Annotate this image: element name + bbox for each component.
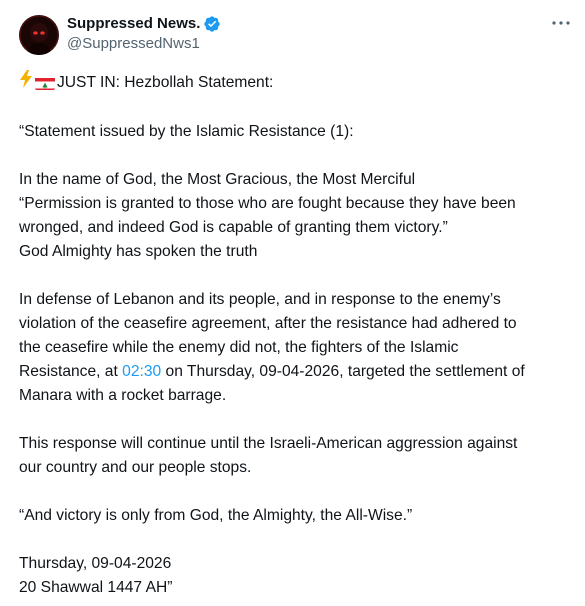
avatar[interactable]: [19, 15, 59, 55]
author-handle[interactable]: @SuppressedNws1: [67, 34, 221, 54]
tweet-header: Suppressed News. @SuppressedNws1: [19, 12, 569, 58]
avatar-image: [19, 15, 59, 55]
lightning-icon: [19, 70, 33, 96]
time-link[interactable]: 02:30: [122, 363, 161, 380]
headline-text: JUST IN: Hezbollah Statement:: [57, 74, 274, 91]
response-line-2: our country and our people stops.: [19, 459, 252, 476]
quran-line-3: wronged, and indeed God is capable of gr…: [19, 219, 448, 236]
victory-line: “And victory is only from God, the Almig…: [19, 507, 413, 524]
tweet-text: JUST IN: Hezbollah Statement: “Statement…: [19, 70, 569, 600]
lebanon-flag-icon: [35, 76, 55, 90]
date-line-1: Thursday, 09-04-2026: [19, 555, 172, 572]
defense-line-4-pre: Resistance, at: [19, 363, 123, 380]
defense-line-1: In defense of Lebanon and its people, an…: [19, 291, 501, 308]
tweet-card: Suppressed News. @SuppressedNws1 JUST IN…: [0, 0, 585, 606]
verified-badge-icon[interactable]: [203, 15, 221, 33]
defense-line-4: Resistance, at 02:30 on Thursday, 09-04-…: [19, 360, 569, 384]
defense-line-2: violation of the ceasefire agreement, af…: [19, 315, 517, 332]
quran-line-4: God Almighty has spoken the truth: [19, 243, 258, 260]
statement-intro: “Statement issued by the Islamic Resista…: [19, 123, 354, 140]
defense-line-3: the ceasefire while the enemy did not, t…: [19, 339, 459, 356]
quran-line-2: “Permission is granted to those who are …: [19, 195, 516, 212]
author-display-name[interactable]: Suppressed News.: [67, 14, 200, 34]
more-options-icon[interactable]: [549, 14, 573, 32]
date-line-2: 20 Shawwal 1447 AH”: [19, 579, 173, 596]
name-row: Suppressed News.: [67, 14, 221, 34]
quran-line-1: In the name of God, the Most Gracious, t…: [19, 171, 416, 188]
defense-line-4-post: on Thursday, 09-04-2026, targeted the se…: [161, 363, 525, 380]
author-names: Suppressed News. @SuppressedNws1: [67, 14, 221, 54]
response-line-1: This response will continue until the Is…: [19, 435, 518, 452]
headline-line: JUST IN: Hezbollah Statement:: [19, 70, 569, 96]
defense-line-5: Manara with a rocket barrage.: [19, 387, 227, 404]
